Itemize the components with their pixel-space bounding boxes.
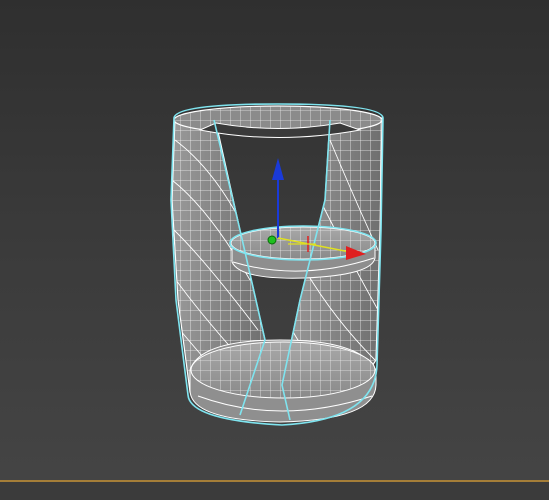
status-strip — [0, 482, 549, 500]
3d-viewport[interactable] — [0, 0, 549, 500]
z-axis-arrow — [272, 158, 284, 180]
table-model[interactable] — [0, 0, 549, 500]
pivot-point — [267, 235, 277, 245]
